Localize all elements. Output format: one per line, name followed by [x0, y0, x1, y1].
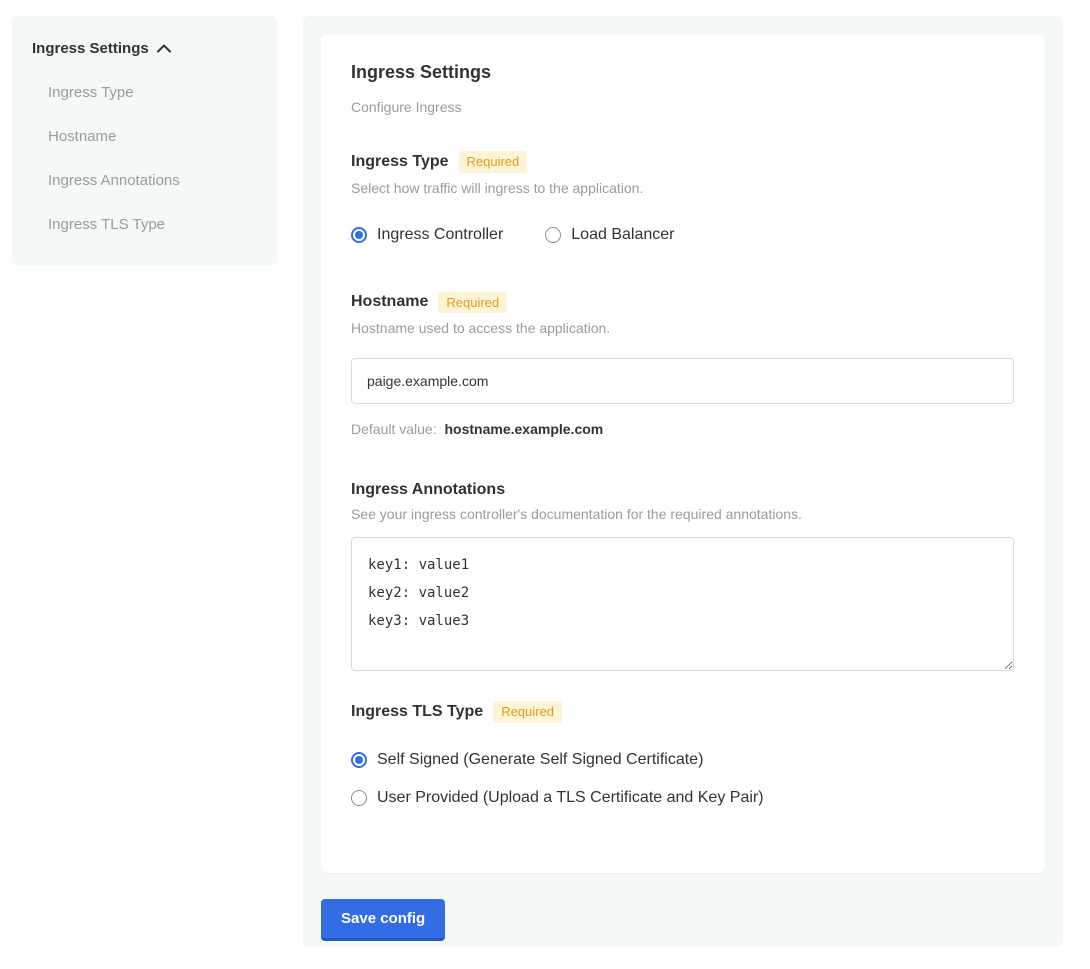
default-value: hostname.example.com	[445, 421, 604, 437]
section-ingress-type: Ingress Type Required Select how traffic…	[351, 151, 1015, 244]
ingress-type-title: Ingress Type	[351, 153, 449, 171]
radio-self-signed[interactable]: Self Signed (Generate Self Signed Certif…	[351, 751, 1015, 769]
annotations-help: See your ingress controller's documentat…	[351, 506, 1015, 522]
sidebar-item-list: Ingress Type Hostname Ingress Annotation…	[32, 84, 257, 233]
radio-label: Load Balancer	[571, 226, 674, 244]
radio-label: Self Signed (Generate Self Signed Certif…	[377, 751, 703, 769]
radio-icon	[351, 752, 367, 768]
radio-label: User Provided (Upload a TLS Certificate …	[377, 789, 764, 807]
section-heading: Ingress Type Required	[351, 151, 1015, 173]
radio-icon	[545, 227, 561, 243]
section-heading: Hostname Required	[351, 292, 1015, 314]
hostname-title: Hostname	[351, 293, 428, 311]
annotations-textarea[interactable]: key1: value1 key2: value2 key3: value3	[351, 537, 1014, 671]
radio-label: Ingress Controller	[377, 226, 503, 244]
section-ingress-annotations: Ingress Annotations See your ingress con…	[351, 481, 1015, 671]
section-hostname: Hostname Required Hostname used to acces…	[351, 292, 1015, 438]
save-config-button[interactable]: Save config	[321, 899, 445, 941]
radio-ingress-controller[interactable]: Ingress Controller	[351, 226, 503, 244]
config-nav-sidebar: Ingress Settings Ingress Type Hostname I…	[12, 16, 277, 265]
sidebar-item-ingress-annotations[interactable]: Ingress Annotations	[32, 172, 257, 189]
sidebar-group-ingress-settings[interactable]: Ingress Settings	[32, 40, 257, 57]
required-badge: Required	[493, 701, 562, 723]
section-heading: Ingress TLS Type Required	[351, 701, 1015, 723]
card-title: Ingress Settings	[351, 62, 1015, 83]
hostname-input[interactable]	[351, 358, 1014, 404]
ingress-type-options: Ingress Controller Load Balancer	[351, 226, 1015, 244]
sidebar-item-hostname[interactable]: Hostname	[32, 128, 257, 145]
config-page: Ingress Settings Ingress Type Hostname I…	[0, 0, 1090, 969]
section-ingress-tls-type: Ingress TLS Type Required Self Signed (G…	[351, 701, 1015, 807]
ingress-settings-card: Ingress Settings Configure Ingress Ingre…	[321, 34, 1045, 873]
section-heading: Ingress Annotations	[351, 481, 1015, 499]
radio-icon	[351, 227, 367, 243]
default-value-prefix: Default value:	[351, 421, 437, 437]
config-main-panel: Ingress Settings Configure Ingress Ingre…	[303, 16, 1063, 947]
radio-icon	[351, 790, 367, 806]
tls-type-title: Ingress TLS Type	[351, 703, 483, 721]
radio-user-provided[interactable]: User Provided (Upload a TLS Certificate …	[351, 789, 1015, 807]
tls-type-options: Self Signed (Generate Self Signed Certif…	[351, 751, 1015, 807]
sidebar-group-title: Ingress Settings	[32, 40, 149, 57]
required-badge: Required	[438, 292, 507, 314]
sidebar-item-ingress-type[interactable]: Ingress Type	[32, 84, 257, 101]
chevron-up-icon	[157, 44, 171, 53]
ingress-type-help: Select how traffic will ingress to the a…	[351, 180, 1015, 196]
required-badge: Required	[459, 151, 528, 173]
hostname-help: Hostname used to access the application.	[351, 320, 1015, 336]
radio-load-balancer[interactable]: Load Balancer	[545, 226, 674, 244]
card-subtitle: Configure Ingress	[351, 99, 1015, 115]
sidebar-item-ingress-tls-type[interactable]: Ingress TLS Type	[32, 216, 257, 233]
hostname-default-line: Default value: hostname.example.com	[351, 421, 1015, 437]
annotations-title: Ingress Annotations	[351, 481, 505, 499]
